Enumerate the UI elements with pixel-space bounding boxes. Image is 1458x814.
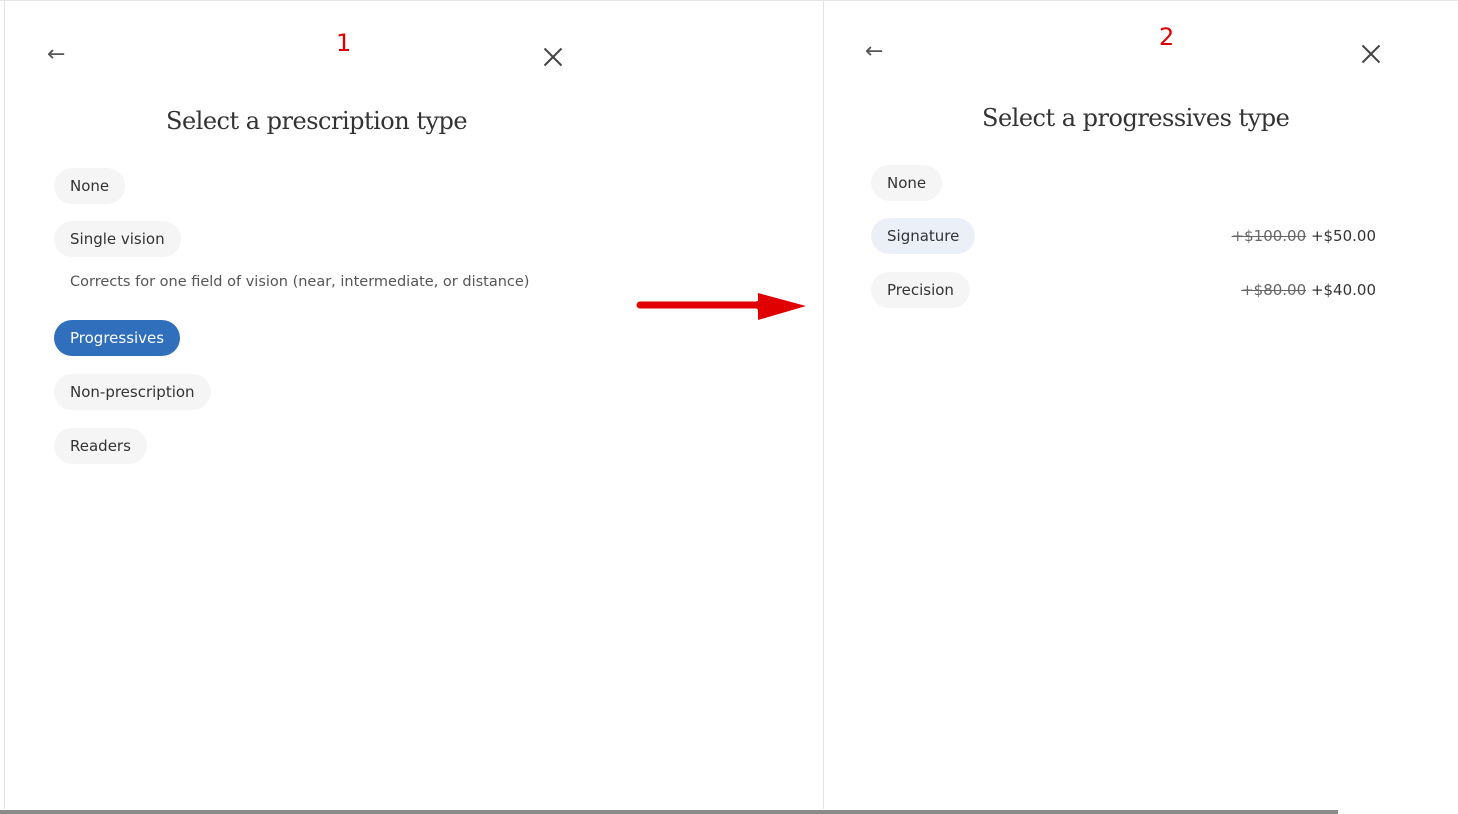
page-title: Select a progressives type [982, 104, 1290, 132]
back-arrow-icon[interactable]: ← [865, 41, 883, 63]
original-price: +$80.00 [1241, 281, 1307, 299]
close-icon[interactable] [1361, 44, 1381, 64]
option-single-vision[interactable]: Single vision [54, 221, 181, 257]
bottom-scrollbar [0, 810, 1338, 814]
option-precision[interactable]: Precision [871, 272, 970, 308]
page-title: Select a prescription type [166, 107, 468, 135]
back-arrow-icon[interactable]: ← [47, 44, 65, 66]
option-none[interactable]: None [871, 165, 943, 201]
precision-price: +$80.00 +$40.00 [1241, 281, 1376, 299]
option-progressives[interactable]: Progressives [54, 320, 181, 356]
sale-price: +$50.00 [1310, 227, 1376, 245]
step-annotation: 1 [336, 29, 352, 57]
progressives-type-panel: ← 2 Select a progressives type None Sign… [823, 1, 1458, 809]
step-annotation: 2 [1159, 23, 1175, 51]
original-price: +$100.00 [1231, 227, 1307, 245]
sale-price: +$40.00 [1310, 281, 1376, 299]
option-signature[interactable]: Signature [871, 218, 976, 254]
signature-price: +$100.00 +$50.00 [1232, 227, 1376, 245]
prescription-type-panel: ← 1 Select a prescription type None Sing… [4, 1, 824, 809]
option-readers[interactable]: Readers [54, 428, 147, 464]
close-icon[interactable] [543, 47, 563, 67]
option-none[interactable]: None [54, 168, 126, 204]
red-arrow-annotation [636, 293, 806, 320]
option-description: Corrects for one field of vision (near, … [70, 274, 530, 290]
option-non-prescription[interactable]: Non-prescription [54, 374, 211, 410]
